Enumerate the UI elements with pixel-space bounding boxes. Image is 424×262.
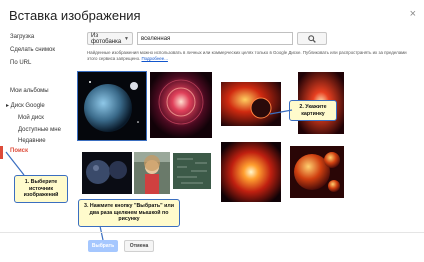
search-input[interactable] bbox=[137, 32, 293, 45]
image-result-math-board[interactable] bbox=[173, 153, 211, 189]
image-result-planet-earth[interactable] bbox=[77, 71, 147, 141]
sidebar-item-upload[interactable]: Загрузка bbox=[10, 34, 34, 40]
cancel-button[interactable]: Отмена bbox=[124, 240, 154, 252]
chalkboard-image bbox=[173, 153, 211, 189]
dialog-title: Вставка изображения bbox=[9, 8, 141, 23]
image-result-bubbles[interactable] bbox=[290, 146, 344, 198]
sidebar-item-google-drive[interactable]: ▸ Диск Google bbox=[6, 102, 45, 109]
footer-divider bbox=[0, 232, 424, 233]
child-photo-image bbox=[134, 152, 170, 194]
sidebar-item-albums[interactable]: Мои альбомы bbox=[10, 88, 49, 94]
sidebar-item-my-drive[interactable]: Мой диск bbox=[18, 115, 44, 121]
active-indicator bbox=[0, 146, 3, 159]
image-result-child[interactable] bbox=[134, 152, 170, 194]
search-icon bbox=[308, 34, 316, 43]
image-result-red-planet[interactable] bbox=[221, 82, 281, 126]
chevron-down-icon: ▼ bbox=[124, 35, 129, 42]
more-info-link[interactable]: Подробнее... bbox=[141, 56, 167, 61]
select-button[interactable]: Выбрать bbox=[88, 240, 118, 252]
spheres-image bbox=[82, 152, 132, 194]
sidebar-item-recent[interactable]: Недавние bbox=[18, 138, 46, 144]
image-result-dark-spheres[interactable] bbox=[82, 152, 132, 194]
usage-notice: Найденные изображения можно использовать… bbox=[87, 50, 417, 62]
sidebar-item-search[interactable]: Поиск bbox=[10, 148, 28, 154]
galaxy-explosion-image bbox=[221, 142, 281, 202]
callout-pick-image: 2. Укажите картинку bbox=[289, 100, 337, 121]
sidebar-item-snapshot[interactable]: Сделать снимок bbox=[10, 47, 55, 53]
usage-notice-text: Найденные изображения можно использовать… bbox=[87, 50, 407, 61]
close-icon[interactable]: × bbox=[410, 8, 416, 20]
callout-press-select: 3. Нажмите кнопку "Выбрать" или два раза… bbox=[78, 199, 180, 227]
image-result-explosion[interactable] bbox=[221, 142, 281, 202]
sidebar-item-url[interactable]: По URL bbox=[10, 60, 31, 66]
source-dropdown-value: Из фотобанка bbox=[91, 32, 122, 45]
planet-image bbox=[78, 72, 146, 140]
search-button[interactable] bbox=[297, 32, 327, 45]
source-dropdown[interactable]: Из фотобанка ▼ bbox=[87, 32, 133, 45]
insert-image-dialog: Вставка изображения × Загрузка Сделать с… bbox=[0, 0, 424, 262]
nebula-image bbox=[150, 72, 212, 138]
red-planet-image bbox=[221, 82, 281, 126]
sidebar-item-shared[interactable]: Доступные мне bbox=[18, 127, 61, 133]
callout-pick-source: 1. Выберите источник изображений bbox=[14, 175, 68, 203]
orbs-image bbox=[290, 146, 344, 198]
image-result-nebula-red[interactable] bbox=[150, 72, 212, 138]
